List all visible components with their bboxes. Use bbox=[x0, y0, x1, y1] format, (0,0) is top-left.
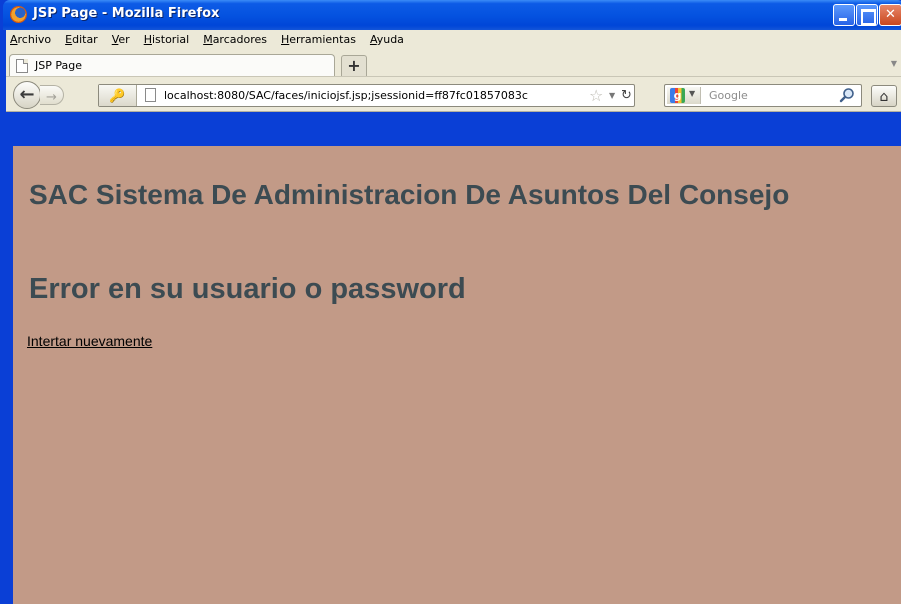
tab-label: JSP Page bbox=[35, 59, 82, 72]
menu-ver[interactable]: Ver bbox=[105, 30, 137, 50]
forward-arrow-icon: → bbox=[46, 90, 57, 105]
history-dropdown-icon[interactable]: ▼ bbox=[609, 88, 615, 104]
engine-dropdown-icon: ▼ bbox=[689, 89, 696, 98]
page-favicon-icon bbox=[145, 88, 156, 102]
title-bar[interactable]: JSP Page - Mozilla Firefox ✕ bbox=[3, 0, 901, 30]
search-input[interactable]: Google bbox=[709, 89, 748, 102]
tab-jsp-page[interactable]: JSP Page bbox=[9, 54, 335, 77]
menu-bar: Archivo Editar Ver Historial Marcadores … bbox=[6, 30, 901, 50]
close-button[interactable]: ✕ bbox=[879, 4, 901, 26]
new-tab-button[interactable]: + bbox=[341, 55, 367, 76]
back-button[interactable]: ← bbox=[13, 81, 41, 109]
maximize-icon bbox=[857, 5, 877, 25]
minimize-icon bbox=[834, 5, 854, 25]
close-icon: ✕ bbox=[885, 7, 896, 22]
forward-button[interactable]: → bbox=[40, 85, 64, 105]
back-arrow-icon: ← bbox=[19, 84, 35, 105]
firefox-logo-icon bbox=[10, 6, 27, 23]
retry-link[interactable]: Intertar nuevamente bbox=[27, 333, 152, 349]
search-bar[interactable]: g ▼ Google bbox=[664, 84, 862, 107]
menu-archivo[interactable]: Archivo bbox=[6, 30, 58, 50]
reload-icon[interactable]: ↻ bbox=[621, 85, 635, 106]
list-all-tabs-icon[interactable]: ▼ bbox=[891, 59, 897, 68]
bookmark-star-icon[interactable]: ☆ bbox=[589, 85, 603, 106]
browser-window: JSP Page - Mozilla Firefox ✕ Archivo Edi… bbox=[0, 0, 901, 604]
key-icon: 🔑 bbox=[109, 89, 126, 104]
minimize-button[interactable] bbox=[833, 4, 855, 26]
url-input[interactable]: localhost:8080/SAC/faces/iniciojsf.jsp;j… bbox=[164, 89, 580, 102]
home-button[interactable]: ⌂ bbox=[871, 85, 897, 107]
search-engine-button[interactable]: g ▼ bbox=[667, 87, 701, 104]
google-logo-icon: g bbox=[670, 88, 685, 103]
maximize-button[interactable] bbox=[856, 4, 878, 26]
menu-marcadores[interactable]: Marcadores bbox=[196, 30, 274, 50]
page-title: SAC Sistema De Administracion De Asuntos… bbox=[29, 179, 790, 210]
home-icon: ⌂ bbox=[879, 89, 889, 105]
menu-historial[interactable]: Historial bbox=[137, 30, 197, 50]
menu-herramientas[interactable]: Herramientas bbox=[274, 30, 363, 50]
page-icon bbox=[16, 59, 28, 73]
error-message: Error en su usuario o password bbox=[29, 273, 466, 305]
navigation-toolbar: ← → 🔑 localhost:8080/SAC/faces/iniciojsf… bbox=[6, 76, 901, 112]
menu-ayuda[interactable]: Ayuda bbox=[363, 30, 411, 50]
url-bar[interactable]: 🔑 localhost:8080/SAC/faces/iniciojsf.jsp… bbox=[98, 84, 635, 107]
search-icon[interactable] bbox=[839, 87, 855, 103]
window-title: JSP Page - Mozilla Firefox bbox=[33, 6, 220, 21]
menu-editar[interactable]: Editar bbox=[58, 30, 105, 50]
tab-strip: JSP Page + ▼ bbox=[6, 50, 901, 77]
site-identity-button[interactable]: 🔑 bbox=[99, 85, 137, 106]
page-content: SAC Sistema De Administracion De Asuntos… bbox=[13, 146, 901, 604]
